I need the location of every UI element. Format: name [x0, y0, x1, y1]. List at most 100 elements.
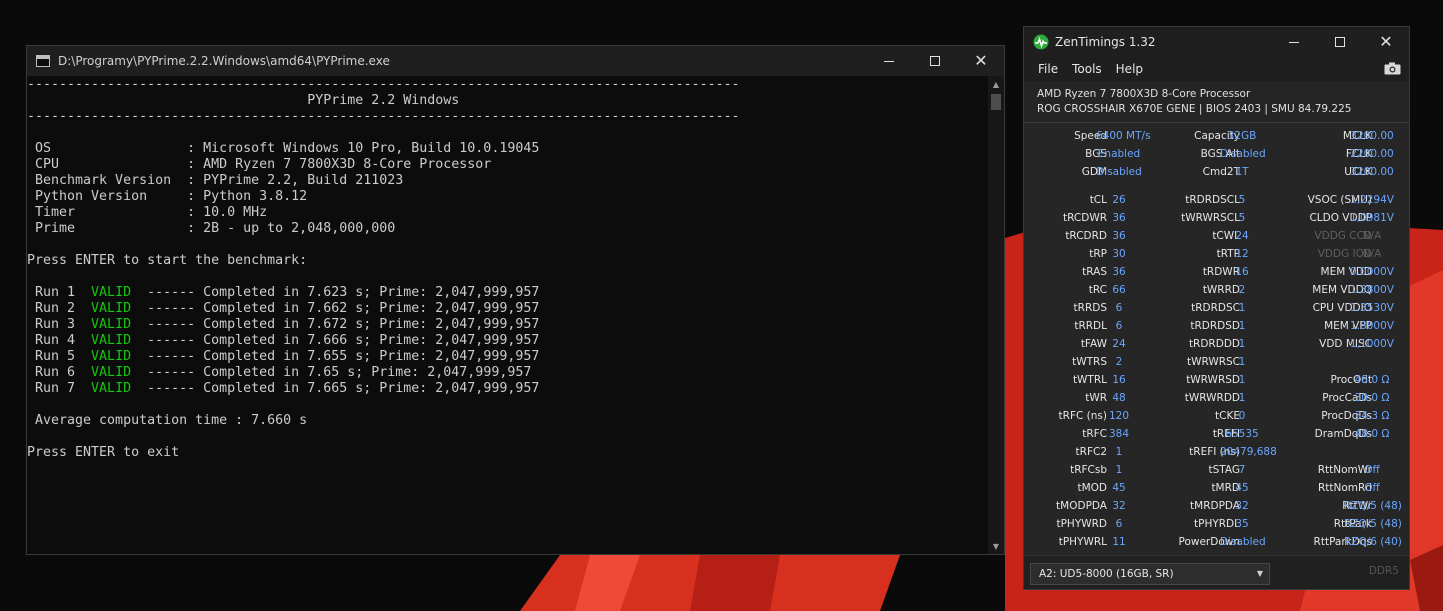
- scrollbar-thumb[interactable]: [991, 94, 1001, 110]
- timing-row: tPHYWRD 6 tPHYRDL 35 RttPark RZQ/5 (48): [1024, 515, 1409, 533]
- timing-value: 6: [1115, 518, 1123, 530]
- timing-value: N/A: [1362, 230, 1382, 242]
- console-minimize-button[interactable]: [866, 46, 912, 76]
- timing-value: 48: [1112, 392, 1126, 404]
- run-result: ------ Completed in 7.666 s; Prime: 2,04…: [131, 333, 540, 348]
- run-status-valid: VALID: [91, 381, 132, 396]
- zen-titlebar[interactable]: ZenTimings 1.32 ✕: [1024, 27, 1409, 57]
- timing-value: 30: [1112, 248, 1126, 260]
- timing-value: 45: [1112, 482, 1126, 494]
- camera-icon[interactable]: [1384, 62, 1401, 75]
- timing-value: 6: [1115, 320, 1123, 332]
- console-line: Run 6 VALID ------ Completed in 7.65 s; …: [27, 365, 988, 381]
- timing-value: 1.3530V: [1350, 302, 1394, 314]
- timing-value: 5: [1238, 194, 1246, 206]
- timing-row: tRCDWR 36 tWRWRSCL 5 CLDO VDDP 1,0981V: [1024, 209, 1409, 227]
- timing-value: 5: [1238, 212, 1246, 224]
- timing-row: tRRDL 6 tRDRDSD 1 MEM VPP 1.8000V: [1024, 317, 1409, 335]
- timing-value: 1.3800V: [1350, 284, 1394, 296]
- menu-tools[interactable]: Tools: [1065, 62, 1109, 76]
- scroll-down-arrow-icon[interactable]: ▼: [988, 538, 1004, 554]
- timing-row: tMOD 45 tMRD 45 RttNomRd Off: [1024, 479, 1409, 497]
- console-close-button[interactable]: ✕: [958, 46, 1004, 76]
- run-label: Run 2: [27, 301, 92, 316]
- zen-menubar: File Tools Help: [1024, 57, 1409, 81]
- dimm-select-value: A2: UD5-8000 (16GB, SR): [1039, 568, 1174, 580]
- run-label: Run 4: [27, 333, 92, 348]
- maximize-icon: [930, 56, 940, 66]
- timing-row: tRAS 36 tRDWR 16 MEM VDD 0.0000V: [1024, 263, 1409, 281]
- timing-row: tRFC2 1 tREFI (ns) 20479,688: [1024, 443, 1409, 461]
- maximize-icon: [1335, 37, 1345, 47]
- zentimings-logo-icon: [1033, 34, 1049, 50]
- minimize-icon: [1289, 41, 1299, 43]
- timing-row: tMODPDA 32 tMRDPDA 32 RttWr RZQ/5 (48): [1024, 497, 1409, 515]
- timing-value: 16: [1235, 266, 1249, 278]
- minimize-icon: [884, 60, 894, 62]
- timing-row: tRCDRD 36 tCWL 24 VDDG CCD N/A: [1024, 227, 1409, 245]
- timing-row: tWTRS 2 tWRWRSC 1: [1024, 353, 1409, 371]
- timing-value: 1: [1238, 356, 1246, 368]
- zen-minimize-button[interactable]: [1271, 27, 1317, 57]
- timing-value: 32: [1235, 500, 1249, 512]
- console-line: Average computation time : 7.660 s: [27, 413, 308, 428]
- timing-value: 0.0000V: [1350, 266, 1394, 278]
- timing-value: Enabled: [1097, 148, 1141, 160]
- timing-value: 384: [1108, 428, 1130, 440]
- console-line: Run 1 VALID ------ Completed in 7.623 s;…: [27, 285, 988, 301]
- timing-row: tRC 66 tWRRD 2 MEM VDDQ 1.3800V: [1024, 281, 1409, 299]
- timing-row: tFAW 24 tRDRDDD 1 VDD MISC 1,1000V: [1024, 335, 1409, 353]
- console-scrollbar[interactable]: ▲ ▼: [988, 76, 1004, 554]
- timing-value: 2: [1238, 284, 1246, 296]
- run-result: ------ Completed in 7.665 s; Prime: 2,04…: [131, 381, 540, 396]
- console-window-title: D:\Programy\PYPrime.2.2.Windows\amd64\PY…: [58, 54, 390, 68]
- pyprime-console-window[interactable]: D:\Programy\PYPrime.2.2.Windows\amd64\PY…: [26, 45, 1005, 555]
- timing-row: tRRDS 6 tRDRDSC 1 CPU VDDIO 1.3530V: [1024, 299, 1409, 317]
- run-result: ------ Completed in 7.623 s; Prime: 2,04…: [131, 285, 540, 300]
- timing-value: 36: [1112, 230, 1126, 242]
- timing-row: tWR 48 tWRWRDD 1 ProcCaDs 30.0 Ω: [1024, 389, 1409, 407]
- timing-value: RZQ/6 (40): [1344, 536, 1402, 548]
- console-output[interactable]: ----------------------------------------…: [27, 76, 988, 554]
- timing-value: 1,0981V: [1350, 212, 1394, 224]
- run-status-valid: VALID: [91, 349, 132, 364]
- timing-value: 24: [1112, 338, 1126, 350]
- timing-value: 35: [1235, 518, 1249, 530]
- timing-value: 11: [1112, 536, 1126, 548]
- timing-value: 7: [1238, 464, 1246, 476]
- timing-row: GDM Disabled Cmd2T 1T UCLK 3200.00: [1024, 163, 1409, 181]
- timing-value: 32GB: [1227, 130, 1257, 142]
- console-line: Run 2 VALID ------ Completed in 7.662 s;…: [27, 301, 988, 317]
- dimm-select[interactable]: A2: UD5-8000 (16GB, SR) ▼: [1030, 563, 1270, 585]
- scroll-up-arrow-icon[interactable]: ▲: [988, 76, 1004, 92]
- zen-maximize-button[interactable]: [1317, 27, 1363, 57]
- console-maximize-button[interactable]: [912, 46, 958, 76]
- cpu-name: AMD Ryzen 7 7800X3D 8-Core Processor: [1037, 88, 1251, 100]
- timing-value: 20479,688: [1220, 446, 1277, 458]
- timing-value: RZQ/5 (48): [1344, 500, 1402, 512]
- run-result: ------ Completed in 7.662 s; Prime: 2,04…: [131, 301, 540, 316]
- console-line: Run 5 VALID ------ Completed in 7.655 s;…: [27, 349, 988, 365]
- timing-value: 1,2294V: [1350, 194, 1394, 206]
- console-line: Timer : 10.0 MHz: [27, 205, 268, 220]
- timing-row: BGS Enabled BGS Alt Disabled FCLK 2200.00: [1024, 145, 1409, 163]
- console-titlebar[interactable]: D:\Programy\PYPrime.2.2.Windows\amd64\PY…: [27, 46, 1004, 76]
- console-line: ----------------------------------------…: [27, 109, 740, 124]
- menu-file[interactable]: File: [1024, 62, 1065, 76]
- run-status-valid: VALID: [91, 301, 132, 316]
- zen-footer: A2: UD5-8000 (16GB, SR) ▼ DDR5: [1024, 555, 1409, 589]
- zentimings-window[interactable]: ZenTimings 1.32 ✕ File Tools Help AMD Ry…: [1023, 26, 1410, 590]
- run-label: Run 3: [27, 317, 92, 332]
- timing-row: Speed 6400 MT/s Capacity 32GB MCLK 3200.00: [1024, 127, 1409, 145]
- menu-help[interactable]: Help: [1109, 62, 1150, 76]
- zen-close-button[interactable]: ✕: [1363, 27, 1409, 57]
- timing-value: Disabled: [1096, 166, 1142, 178]
- timing-value: 6400 MT/s: [1096, 130, 1151, 142]
- run-label: Run 7: [27, 381, 92, 396]
- timing-row: tPHYWRL 11 PowerDown Disabled RttParkDqs RZQ/…: [1024, 533, 1409, 551]
- console-app-icon: [36, 55, 50, 67]
- console-line: Run 4 VALID ------ Completed in 7.666 s;…: [27, 333, 988, 349]
- timing-value: 1: [1238, 392, 1246, 404]
- timing-value: 1: [1238, 374, 1246, 386]
